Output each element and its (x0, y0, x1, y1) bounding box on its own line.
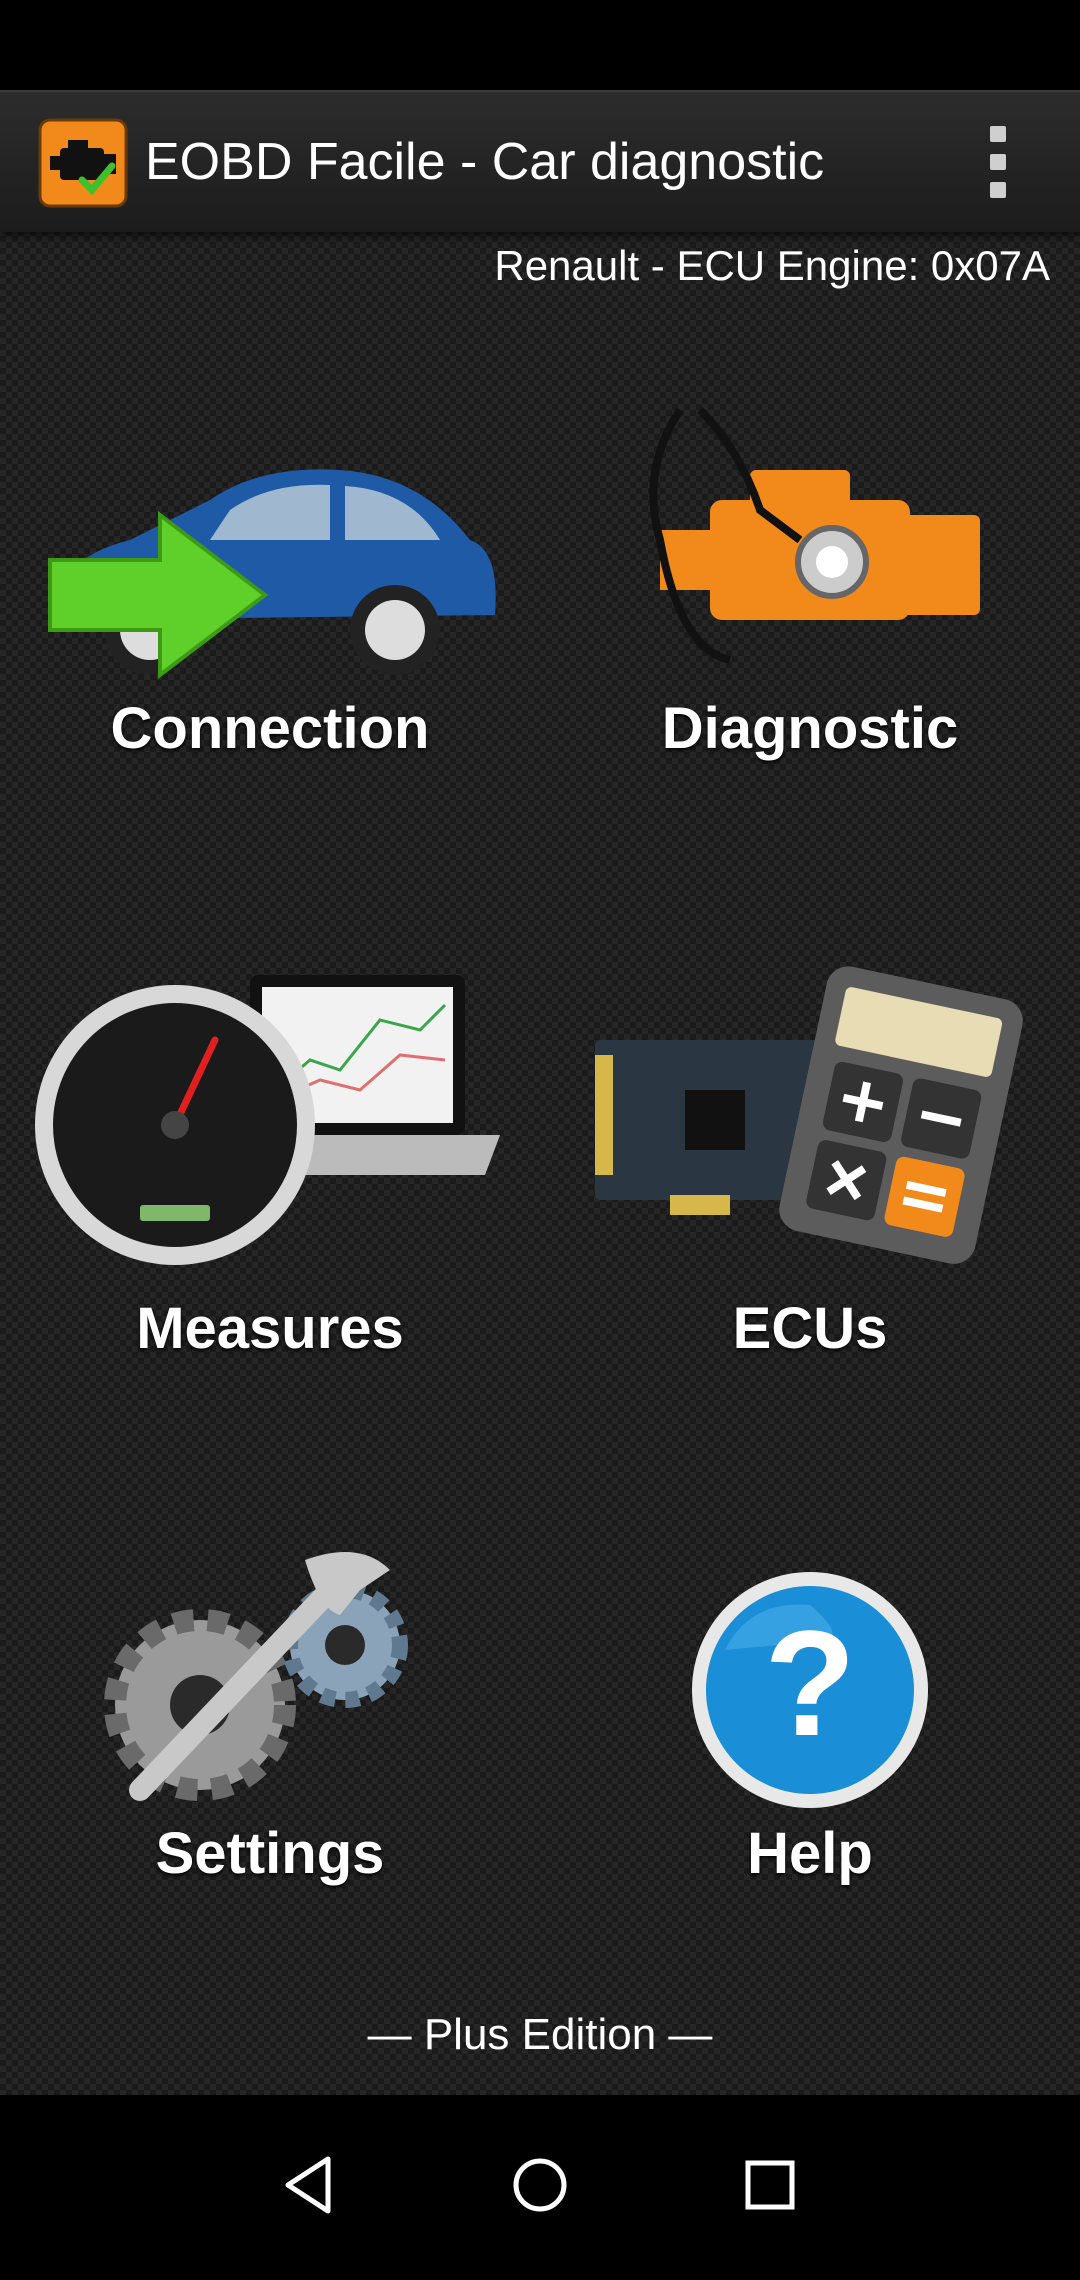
recents-square-icon[interactable] (730, 2145, 810, 2225)
app-title: EOBD Facile - Car diagnostic (145, 133, 825, 191)
app-bar: EOBD Facile - Car diagnostic (0, 90, 1080, 232)
engine-check-icon (38, 118, 128, 208)
ecu-info-text: Renault - ECU Engine: 0x07A (494, 242, 1050, 289)
navigation-bar (0, 2095, 1080, 2280)
status-bar (0, 0, 1080, 90)
help-label: Help (747, 1821, 873, 1886)
home-circle-icon[interactable] (500, 2145, 580, 2225)
gears-wrench-icon (104, 1552, 408, 1801)
main-content: Renault - ECU Engine: 0x07A Connection D… (0, 230, 1080, 2095)
ecus-label: ECUs (732, 1296, 888, 1361)
help-tile[interactable]: ? Help (540, 1520, 1080, 1940)
speedometer-laptop-icon (35, 975, 500, 1265)
connection-label: Connection (110, 696, 430, 761)
ecus-tile[interactable]: ECUs (540, 960, 1080, 1390)
diagnostic-label: Diagnostic (661, 696, 959, 761)
circuit-calculator-icon (595, 966, 1023, 1264)
screen: EOBD Facile - Car diagnostic Renault - E… (0, 0, 1080, 2280)
measures-tile[interactable]: Measures (0, 960, 540, 1390)
diagnostic-tile[interactable]: Diagnostic (540, 390, 1080, 790)
svg-text:?: ? (764, 1599, 856, 1767)
connection-tile[interactable]: Connection (0, 390, 540, 790)
engine-stethoscope-icon (649, 407, 980, 664)
back-triangle-icon[interactable] (270, 2145, 350, 2225)
edition-label: — Plus Edition — (367, 2010, 713, 2059)
settings-tile[interactable]: Settings (0, 1520, 540, 1940)
settings-label: Settings (155, 1821, 385, 1886)
overflow-menu-icon[interactable] (970, 122, 1026, 202)
measures-label: Measures (136, 1296, 404, 1361)
car-connect-icon (48, 469, 496, 680)
question-mark-icon: ? (692, 1572, 928, 1808)
